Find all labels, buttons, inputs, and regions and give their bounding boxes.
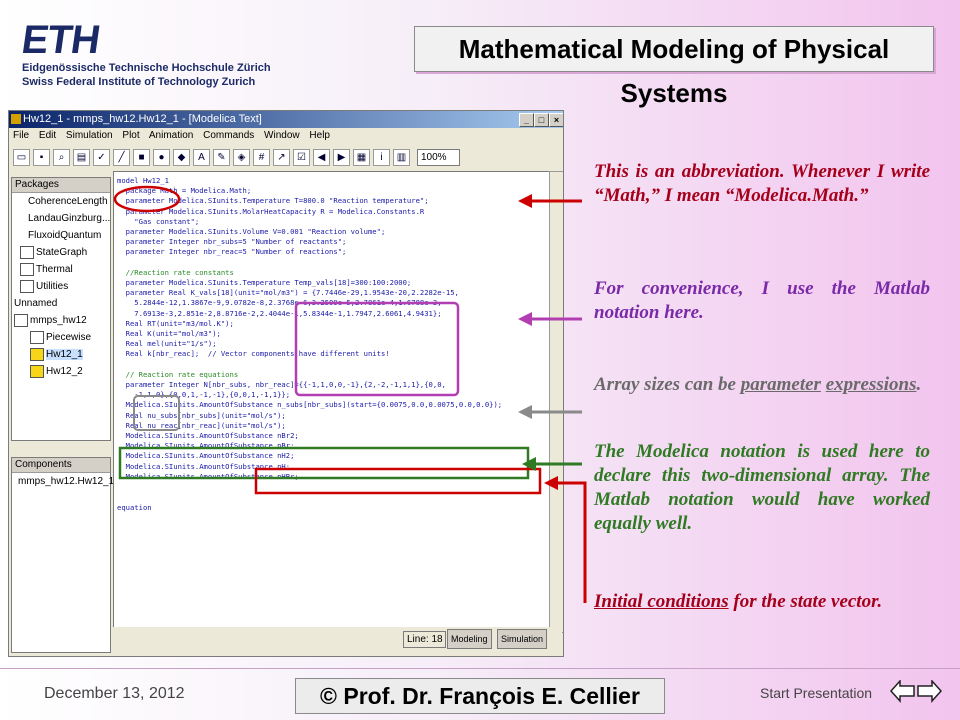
annotation-overlay — [113, 185, 587, 603]
start-presentation-link[interactable]: Start Presentation — [760, 685, 872, 701]
highlight-math-ellipse — [113, 185, 181, 213]
highlight-k-nbr-reac-box — [133, 395, 180, 431]
highlight-n-array-box — [118, 446, 530, 480]
footer-divider — [0, 668, 960, 669]
highlight-start-box — [254, 467, 542, 495]
arrowhead-purple — [518, 312, 532, 326]
arrow-red-2 — [556, 481, 587, 603]
arrowhead-red-1 — [518, 194, 532, 208]
footer-author: © Prof. Dr. François E. Cellier — [295, 678, 665, 714]
highlight-temp-vals-box — [294, 301, 460, 397]
forward-arrow-icon[interactable] — [916, 680, 942, 708]
back-arrow-icon[interactable] — [890, 680, 916, 708]
arrowhead-grey — [518, 405, 532, 419]
arrowhead-red-2 — [544, 476, 558, 490]
footer-date: December 13, 2012 — [44, 685, 185, 702]
